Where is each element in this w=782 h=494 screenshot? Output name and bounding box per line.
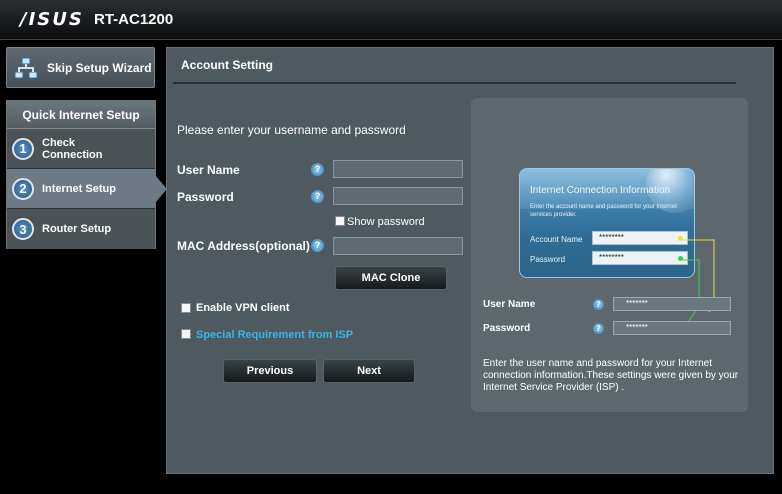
menu-heading: Quick Internet Setup <box>7 101 155 129</box>
enable-vpn-checkbox[interactable] <box>181 303 191 313</box>
username-help-icon[interactable]: ? <box>311 163 324 176</box>
skip-setup-wizard-label: Skip Setup Wizard <box>47 60 152 75</box>
mac-help-icon[interactable]: ? <box>311 239 324 252</box>
menu-item-label: Router Setup <box>42 223 112 235</box>
enable-vpn-label: Enable VPN client <box>196 302 290 314</box>
step-number-icon: 3 <box>12 218 34 240</box>
illustration-username-label: User Name <box>483 299 536 310</box>
show-password-label: Show password <box>347 216 425 228</box>
asus-logo: /ISUS <box>20 9 84 30</box>
skip-setup-wizard-button[interactable]: Skip Setup Wizard <box>6 47 155 88</box>
panel-title: Account Setting <box>181 58 273 72</box>
menu-item-check-connection[interactable]: 1 Check Connection <box>7 129 155 169</box>
account-setting-panel: Account Setting Please enter your userna… <box>166 47 774 474</box>
isp-requirement-checkbox[interactable] <box>181 329 191 339</box>
illustration-password-field: ******* <box>613 321 731 335</box>
password-label: Password <box>177 190 234 204</box>
quick-setup-menu: Quick Internet Setup 1 Check Connection … <box>6 100 167 249</box>
illustration-description: Enter the user name and password for you… <box>483 358 739 393</box>
help-icon: ? <box>593 323 604 334</box>
step-number-icon: 2 <box>12 177 34 200</box>
title-divider <box>173 82 736 84</box>
show-password-checkbox[interactable] <box>335 216 345 226</box>
password-help-icon[interactable]: ? <box>311 190 324 203</box>
top-bar: /ISUS RT-AC1200 <box>0 0 782 40</box>
isp-requirement-link[interactable]: Special Requirement from ISP <box>196 329 353 341</box>
username-input[interactable] <box>333 160 463 178</box>
mac-address-input[interactable] <box>333 237 463 255</box>
username-label: User Name <box>177 163 240 177</box>
next-button[interactable]: Next <box>323 359 415 383</box>
mac-address-label: MAC Address(optional) <box>177 239 310 253</box>
menu-item-label: Check Connection <box>42 136 103 161</box>
router-model: RT-AC1200 <box>94 11 174 28</box>
menu-item-internet-setup[interactable]: 2 Internet Setup <box>7 169 167 209</box>
illustration-username-field: ******* <box>613 297 731 311</box>
menu-item-router-setup[interactable]: 3 Router Setup <box>7 209 155 249</box>
help-icon: ? <box>593 299 604 310</box>
isp-info-illustration: Internet Connection Information Enter th… <box>471 98 748 412</box>
menu-item-label: Internet Setup <box>42 182 116 195</box>
password-input[interactable] <box>333 187 463 205</box>
mac-clone-button[interactable]: MAC Clone <box>335 266 447 290</box>
previous-button[interactable]: Previous <box>223 359 317 383</box>
intro-text: Please enter your username and password <box>177 123 406 137</box>
step-number-icon: 1 <box>12 137 34 160</box>
illustration-password-label: Password <box>483 323 531 334</box>
network-icon <box>14 57 38 78</box>
